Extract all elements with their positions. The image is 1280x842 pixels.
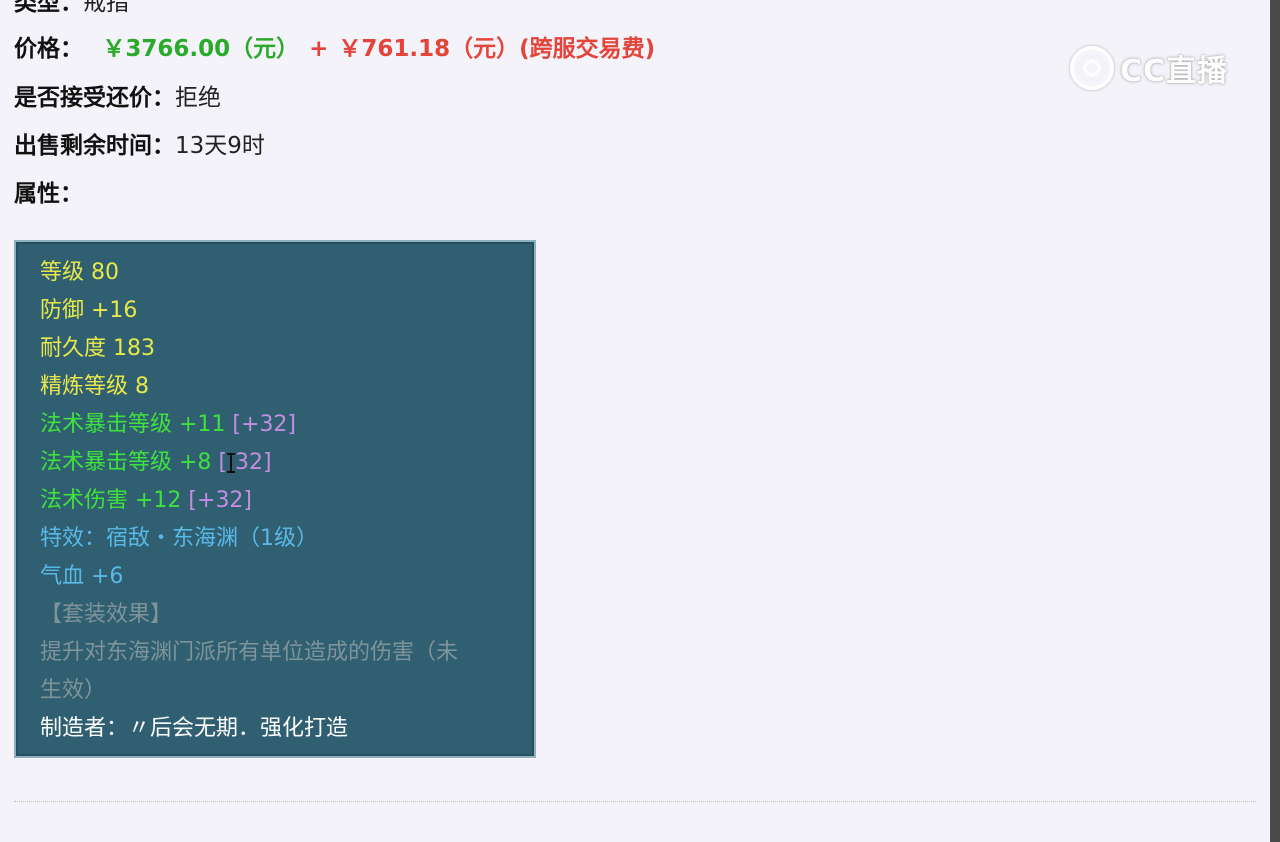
remaining-time-row: 出售剩余时间：13天9时 (14, 131, 265, 161)
attr-spell-damage: 法术伤害 +12 [+32] (40, 486, 252, 516)
attr-spell-crit-2-bonus-rest: 32] (235, 450, 272, 475)
type-row: 类型：戒指 (14, 0, 129, 18)
attr-spell-damage-bonus: [+32] (188, 488, 253, 513)
attr-refine-level: 精炼等级 8 (40, 374, 149, 399)
attr-spell-crit-1-bonus: [+32] (232, 412, 297, 437)
counteroffer-value: 拒绝 (175, 85, 221, 111)
watermark-text: CC直播 (1120, 54, 1229, 89)
dotted-divider (14, 801, 1256, 802)
attributes-label: 属性： (14, 181, 83, 207)
attr-defense: 防御 +16 (40, 298, 138, 323)
attr-spell-crit-1-value: 法术暴击等级 +11 (40, 412, 226, 437)
attr-spell-crit-2-value: 法术暴击等级 +8 (40, 450, 212, 475)
attributes-panel: 等级 80 防御 +16 耐久度 183 精炼等级 8 法术暴击等级 +11 [… (14, 240, 536, 758)
attr-spell-crit-2-bonus-open: [ (218, 450, 228, 475)
attr-spell-crit-1: 法术暴击等级 +11 [+32] (40, 410, 296, 440)
set-effect-title: 【套装效果】 (40, 602, 173, 627)
text-cursor-icon (227, 451, 236, 475)
attr-spell-damage-value: 法术伤害 +12 (40, 488, 182, 513)
type-label: 类型： (14, 0, 83, 16)
counteroffer-label: 是否接受还价： (14, 85, 175, 111)
price-row: 价格： ￥3766.00（元） + ￥761.18（元）(跨服交易费) (14, 34, 655, 64)
attr-hp: 气血 +6 (40, 564, 124, 589)
set-effect-desc-line2: 生效） (40, 678, 107, 703)
price-plus: + (309, 36, 329, 62)
set-effect-desc-line1: 提升对东海渊门派所有单位造成的伤害（未 (40, 640, 459, 665)
attributes-row: 属性： (14, 179, 83, 209)
type-value: 戒指 (83, 0, 129, 16)
attr-special-effect: 特效：宿敌・东海渊（1级） (40, 526, 318, 551)
attr-level: 等级 80 (40, 260, 119, 285)
attr-durability: 耐久度 183 (40, 336, 155, 361)
counteroffer-row: 是否接受还价：拒绝 (14, 83, 221, 113)
watermark: CC直播 (1070, 44, 1228, 92)
remaining-time-value: 13天9时 (175, 133, 265, 159)
price-main: ￥3766.00（元） (102, 36, 300, 62)
attr-spell-crit-2: 法术暴击等级 +8 [32] (40, 448, 272, 478)
maker: 制造者：〃后会无期．强化打造 (40, 716, 349, 741)
price-label: 价格： (14, 36, 83, 62)
price-fee: ￥761.18（元）(跨服交易费) (338, 36, 656, 62)
window-edge (1270, 0, 1280, 842)
remaining-time-label: 出售剩余时间： (14, 133, 175, 159)
cc-live-logo-icon (1070, 46, 1114, 90)
